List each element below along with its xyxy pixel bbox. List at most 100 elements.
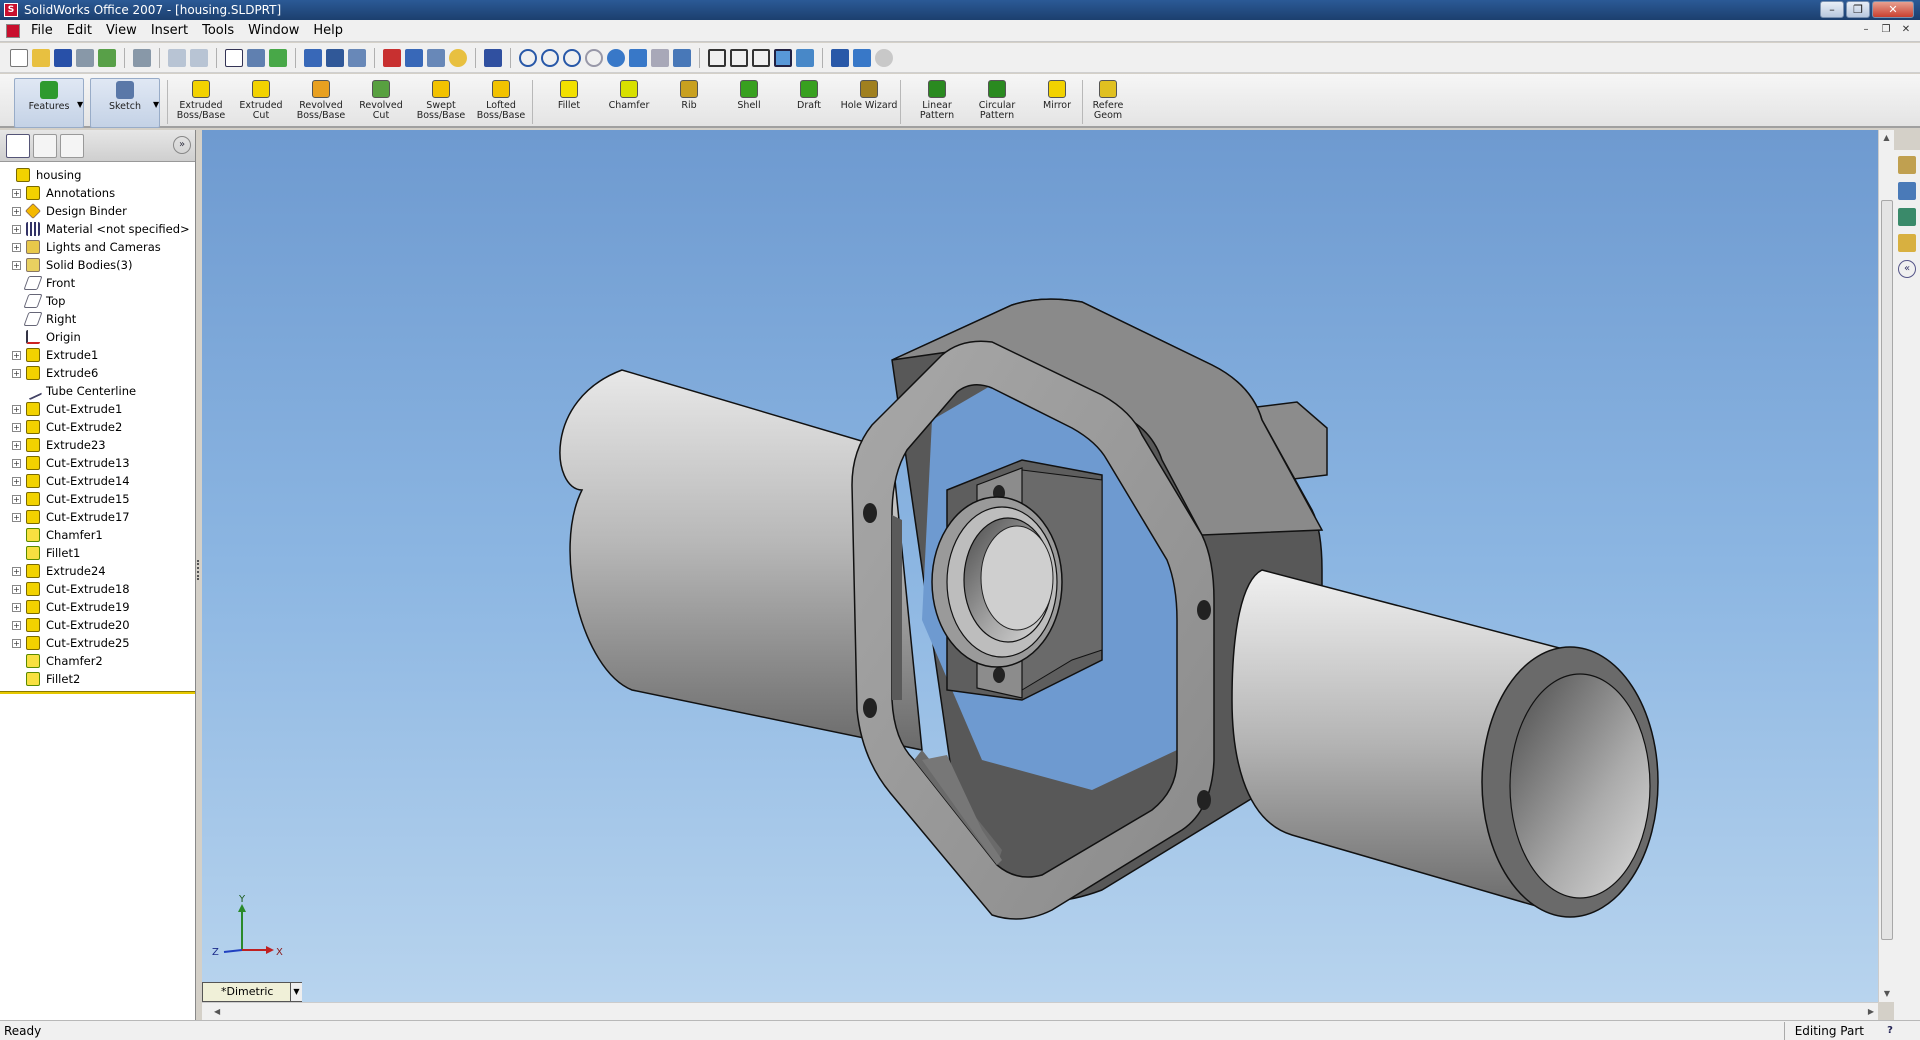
3d-model-icon[interactable]: [383, 48, 401, 67]
tab-property-manager[interactable]: [33, 133, 57, 158]
tree-item-extrude24[interactable]: + Extrude24: [0, 562, 195, 580]
tree-item-fillet1[interactable]: Fillet1: [0, 544, 195, 562]
expand-toggle-icon[interactable]: +: [12, 440, 21, 450]
horizontal-scrollbar[interactable]: ◀ ▶: [202, 1002, 1878, 1020]
sketch-dropdown-arrow[interactable]: ▼: [153, 100, 159, 109]
zoom-in-out-icon[interactable]: [563, 48, 581, 67]
shaded-with-edges-icon[interactable]: [774, 48, 792, 67]
menu-file[interactable]: File: [24, 23, 60, 38]
housing-3d-model[interactable]: Y Z X: [202, 130, 1878, 1002]
tree-item-extrude23[interactable]: + Extrude23: [0, 436, 195, 454]
undo-icon[interactable]: [168, 48, 186, 67]
vertical-scroll-thumb[interactable]: [1881, 200, 1893, 940]
expand-toggle-icon[interactable]: +: [12, 206, 21, 216]
print-preview-icon[interactable]: [98, 48, 116, 67]
tree-item-solid-bodies-3[interactable]: + Solid Bodies(3): [0, 256, 195, 274]
wireframe-icon[interactable]: [708, 48, 726, 67]
tree-item-cut-extrude25[interactable]: + Cut-Extrude25: [0, 634, 195, 652]
pan-icon[interactable]: [629, 48, 647, 67]
expand-toggle-icon[interactable]: +: [12, 512, 21, 522]
document-icon[interactable]: [6, 23, 20, 38]
tree-item-front[interactable]: Front: [0, 274, 195, 292]
minimize-button[interactable]: –: [1820, 1, 1844, 18]
realview-icon[interactable]: [875, 48, 893, 67]
view-orientation-dropdown[interactable]: ▼: [290, 983, 302, 1001]
tree-item-cut-extrude17[interactable]: + Cut-Extrude17: [0, 508, 195, 526]
tree-root-housing[interactable]: housing: [0, 166, 195, 184]
tree-item-extrude6[interactable]: + Extrude6: [0, 364, 195, 382]
tab-features[interactable]: Features: [14, 78, 84, 128]
cut-icon[interactable]: [133, 48, 151, 67]
tree-item-cut-extrude19[interactable]: + Cut-Extrude19: [0, 598, 195, 616]
draft-button[interactable]: Draft: [780, 78, 838, 128]
swept-boss-base-button[interactable]: Swept Boss/Base: [412, 78, 470, 128]
tree-item-lights-and-cameras[interactable]: + Lights and Cameras: [0, 238, 195, 256]
expand-toggle-icon[interactable]: +: [12, 602, 21, 612]
expand-toggle-icon[interactable]: +: [12, 368, 21, 378]
hole-wizard-button[interactable]: Hole Wizard: [840, 78, 898, 128]
linear-pattern-button[interactable]: Linear Pattern: [908, 78, 966, 128]
lofted-boss-base-button[interactable]: Lofted Boss/Base: [472, 78, 530, 128]
mirror-button[interactable]: Mirror: [1028, 78, 1086, 128]
expand-toggle-icon[interactable]: +: [12, 422, 21, 432]
tree-item-cut-extrude1[interactable]: + Cut-Extrude1: [0, 400, 195, 418]
extruded-cut-button[interactable]: Extruded Cut: [232, 78, 290, 128]
select-icon[interactable]: [225, 48, 243, 67]
print-icon[interactable]: [76, 48, 94, 67]
expand-toggle-icon[interactable]: +: [12, 566, 21, 576]
select-filter-icon[interactable]: [247, 48, 265, 67]
chamfer-button[interactable]: Chamfer: [600, 78, 658, 128]
expand-toggle-icon[interactable]: +: [12, 188, 21, 198]
expand-panel-icon[interactable]: »: [173, 136, 191, 154]
tree-item-chamfer1[interactable]: Chamfer1: [0, 526, 195, 544]
circular-pattern-button[interactable]: Circular Pattern: [968, 78, 1026, 128]
help-icon[interactable]: [449, 48, 467, 67]
section-view-icon[interactable]: [831, 48, 849, 67]
tree-item-design-binder[interactable]: + Design Binder: [0, 202, 195, 220]
revolved-cut-button[interactable]: Revolved Cut: [352, 78, 410, 128]
expand-toggle-icon[interactable]: +: [12, 458, 21, 468]
expand-toggle-icon[interactable]: +: [12, 476, 21, 486]
expand-toggle-icon[interactable]: +: [12, 584, 21, 594]
redo-icon[interactable]: [190, 48, 208, 67]
tree-item-annotations[interactable]: + Annotations: [0, 184, 195, 202]
expand-toggle-icon[interactable]: +: [12, 224, 21, 234]
rib-button[interactable]: Rib: [660, 78, 718, 128]
new-icon[interactable]: [10, 48, 28, 67]
scroll-up-arrow[interactable]: ▲: [1879, 130, 1894, 146]
tree-item-origin[interactable]: Origin: [0, 328, 195, 346]
reference-icon[interactable]: [427, 48, 445, 67]
menu-tools[interactable]: Tools: [195, 23, 241, 38]
menu-view[interactable]: View: [99, 23, 144, 38]
view-orientation-icon[interactable]: [853, 48, 871, 67]
menu-help[interactable]: Help: [306, 23, 350, 38]
solidworks-app-icon[interactable]: S: [4, 3, 18, 17]
collapse-task-pane-icon[interactable]: «: [1898, 260, 1916, 278]
tree-item-extrude1[interactable]: + Extrude1: [0, 346, 195, 364]
tree-item-cut-extrude13[interactable]: + Cut-Extrude13: [0, 454, 195, 472]
sketch-tools-icon[interactable]: [484, 48, 502, 67]
tree-item-chamfer2[interactable]: Chamfer2: [0, 652, 195, 670]
revolved-boss-base-button[interactable]: Revolved Boss/Base: [292, 78, 350, 128]
scroll-down-arrow[interactable]: ▼: [1879, 986, 1895, 1002]
fillet-button[interactable]: Fillet: [540, 78, 598, 128]
expand-toggle-icon[interactable]: +: [12, 242, 21, 252]
file-explorer-icon[interactable]: [1898, 208, 1916, 226]
shaded-icon[interactable]: [796, 48, 814, 67]
hidden-lines-removed-icon[interactable]: [752, 48, 770, 67]
scroll-left-arrow[interactable]: ◀: [214, 1003, 220, 1021]
grid-icon[interactable]: [326, 48, 344, 67]
standard-views-icon[interactable]: [673, 48, 691, 67]
expand-toggle-icon[interactable]: +: [12, 260, 21, 270]
rebuild-icon[interactable]: [269, 48, 287, 67]
rollback-bar[interactable]: [0, 691, 195, 694]
menu-window[interactable]: Window: [241, 23, 306, 38]
tree-item-cut-extrude2[interactable]: + Cut-Extrude2: [0, 418, 195, 436]
graphics-area[interactable]: Y Z X: [202, 130, 1878, 1002]
expand-toggle-icon[interactable]: +: [12, 638, 21, 648]
tree-item-cut-extrude20[interactable]: + Cut-Extrude20: [0, 616, 195, 634]
expand-toggle-icon[interactable]: +: [12, 350, 21, 360]
extruded-boss-base-button[interactable]: Extruded Boss/Base: [172, 78, 230, 128]
view-orientation-tab[interactable]: *Dimetric: [202, 982, 302, 1002]
previous-view-icon[interactable]: [651, 48, 669, 67]
